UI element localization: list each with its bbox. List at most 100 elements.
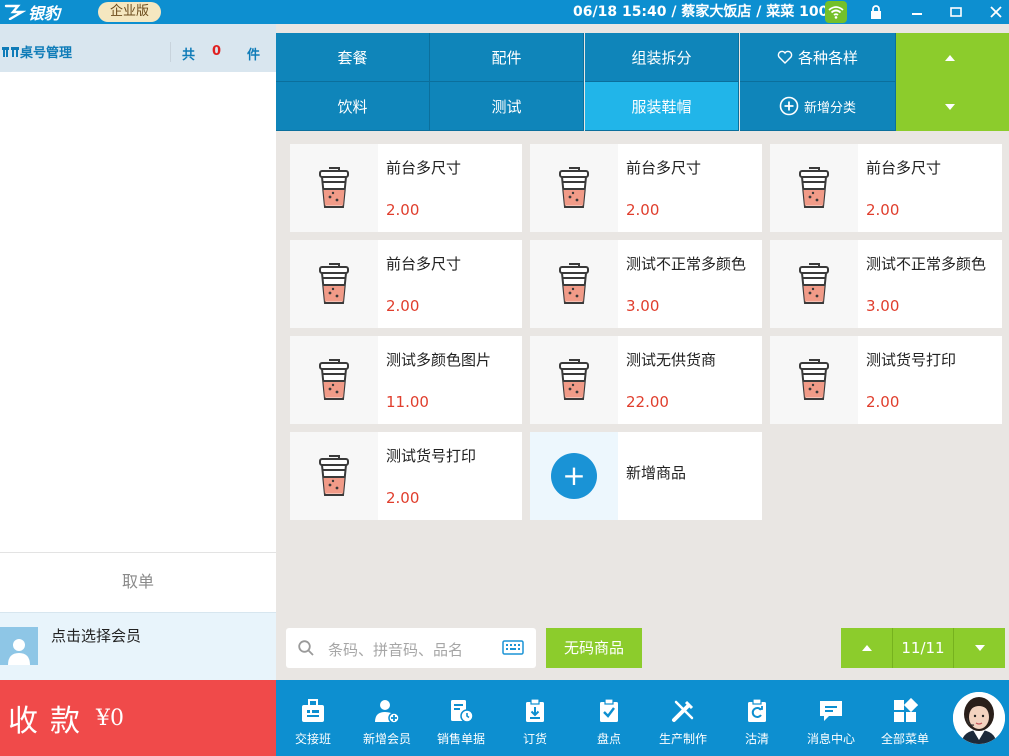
- shift-handover-button[interactable]: 交接班: [276, 680, 350, 756]
- drink-cup-icon: [530, 144, 618, 232]
- grid-menu-icon: [894, 698, 918, 722]
- product-name: 前台多尺寸: [866, 159, 942, 177]
- product-price: 11.00: [386, 393, 429, 411]
- minimize-icon[interactable]: [905, 0, 929, 24]
- checkout-amount: ¥0: [96, 705, 124, 731]
- drink-cup-icon: [290, 336, 378, 424]
- ordering-label: 订货: [522, 732, 547, 746]
- plus-icon-container: +: [530, 432, 618, 520]
- add-category-label: 新增分类: [803, 100, 856, 116]
- product-card[interactable]: 测试货号打印 2.00: [290, 432, 522, 520]
- document-clock-icon: [451, 700, 474, 723]
- message-icon: [820, 701, 842, 721]
- divider: [170, 42, 171, 62]
- arrow-down-icon: [945, 103, 955, 110]
- search-icon: [298, 640, 314, 656]
- tab-category-1[interactable]: 套餐: [276, 33, 430, 82]
- drink-cup-icon: [770, 144, 858, 232]
- keyboard-icon[interactable]: [502, 640, 524, 655]
- customer-service-avatar[interactable]: [953, 692, 1005, 744]
- tab-category-6[interactable]: 测试: [430, 82, 584, 131]
- tab-category-4[interactable]: 各种各样: [740, 33, 896, 82]
- tab-category-4-label: 各种各样: [797, 48, 858, 67]
- message-center-label: 消息中心: [806, 732, 855, 746]
- pagination: 11/11: [841, 628, 1005, 668]
- stocktake-label: 盘点: [596, 732, 621, 746]
- cancel-order-button[interactable]: 取单: [0, 552, 276, 612]
- product-price: 2.00: [866, 201, 900, 219]
- lock-icon[interactable]: [864, 0, 888, 24]
- page-next-button[interactable]: [953, 628, 1005, 668]
- wifi-icon[interactable]: [825, 1, 847, 23]
- member-avatar-icon: [0, 627, 38, 665]
- add-product-label: 新增商品: [626, 464, 687, 482]
- product-search-input[interactable]: 条码、拼音码、品名: [286, 628, 536, 668]
- product-name: 测试无供货商: [626, 351, 717, 369]
- tab-category-2[interactable]: 配件: [430, 33, 584, 82]
- arrow-up-icon: [945, 54, 955, 61]
- product-card[interactable]: 前台多尺寸 2.00: [290, 144, 522, 232]
- production-label: 生产制作: [658, 732, 707, 746]
- product-card[interactable]: 测试货号打印 2.00: [770, 336, 1002, 424]
- product-card[interactable]: 测试不正常多颜色 3.00: [770, 240, 1002, 328]
- arrow-down-icon: [974, 645, 985, 651]
- drink-cup-icon: [770, 336, 858, 424]
- all-menu-button[interactable]: 全部菜单: [868, 680, 942, 756]
- product-name: 前台多尺寸: [626, 159, 702, 177]
- product-name: 前台多尺寸: [386, 255, 462, 273]
- production-button[interactable]: 生产制作: [646, 680, 720, 756]
- briefcase-icon: [302, 699, 324, 722]
- add-user-icon: [375, 700, 400, 724]
- product-price: 2.00: [386, 489, 420, 507]
- page-prev-button[interactable]: [841, 628, 893, 668]
- add-category-button[interactable]: 新增分类: [740, 82, 896, 131]
- select-member-button[interactable]: 点击选择会员: [0, 612, 276, 680]
- select-member-label: 点击选择会员: [51, 627, 142, 645]
- category-scroll-up-button[interactable]: [896, 33, 1009, 82]
- product-card[interactable]: 测试多颜色图片 11.00: [290, 336, 522, 424]
- drink-cup-icon: [770, 240, 858, 328]
- maximize-icon[interactable]: [944, 0, 968, 24]
- product-price: 2.00: [386, 297, 420, 315]
- product-name: 测试多颜色图片: [386, 351, 492, 369]
- product-card[interactable]: 前台多尺寸 2.00: [290, 240, 522, 328]
- product-card[interactable]: 前台多尺寸 2.00: [530, 144, 762, 232]
- edition-badge: 企业版: [98, 2, 162, 22]
- item-count: 0: [212, 44, 222, 59]
- add-member-button[interactable]: 新增会员: [350, 680, 424, 756]
- drink-cup-icon: [290, 432, 378, 520]
- clipboard-download-icon: [526, 698, 544, 722]
- product-price: 3.00: [626, 297, 660, 315]
- add-product-button[interactable]: + 新增商品: [530, 432, 762, 520]
- status-info: 06/18 15:40 / 蔡家大饭店 / 菜菜 1001: [573, 4, 839, 20]
- drink-cup-icon: [290, 240, 378, 328]
- bottom-toolbar: 交接班 新增会员 销售单据 订货 盘点 生产制作 沽清 消息中心 全部菜单: [276, 680, 1009, 756]
- checkout-button[interactable]: 收款 ¥0: [0, 680, 276, 756]
- tab-category-3[interactable]: 组装拆分: [585, 33, 739, 82]
- store-name: 蔡家大饭店: [681, 4, 752, 20]
- checkout-label: 收款: [8, 704, 92, 739]
- product-name: 测试不正常多颜色: [866, 255, 987, 273]
- product-card[interactable]: 测试不正常多颜色 3.00: [530, 240, 762, 328]
- stocktake-button[interactable]: 盘点: [572, 680, 646, 756]
- tab-category-5[interactable]: 饮料: [276, 82, 430, 131]
- drink-cup-icon: [290, 144, 378, 232]
- sold-out-button[interactable]: 沽清: [720, 680, 794, 756]
- ordering-button[interactable]: 订货: [498, 680, 572, 756]
- arrow-up-icon: [861, 645, 872, 651]
- drink-cup-icon: [530, 240, 618, 328]
- tab-category-7-active[interactable]: 服装鞋帽: [585, 82, 739, 131]
- message-center-button[interactable]: 消息中心: [794, 680, 868, 756]
- category-scroll-down-button[interactable]: [896, 82, 1009, 131]
- order-panel: 桌号管理 共 0 件 取单 点击选择会员: [0, 24, 276, 680]
- close-icon[interactable]: [984, 0, 1008, 24]
- clipboard-refresh-icon: [748, 698, 766, 722]
- sales-documents-button[interactable]: 销售单据: [424, 680, 498, 756]
- no-barcode-product-button[interactable]: 无码商品: [546, 628, 642, 668]
- product-card[interactable]: 测试无供货商 22.00: [530, 336, 762, 424]
- table-management-header[interactable]: 桌号管理 共 0 件: [0, 24, 276, 72]
- product-price: 3.00: [866, 297, 900, 315]
- product-card[interactable]: 前台多尺寸 2.00: [770, 144, 1002, 232]
- total-prefix: 共: [182, 48, 196, 63]
- product-price: 2.00: [386, 201, 420, 219]
